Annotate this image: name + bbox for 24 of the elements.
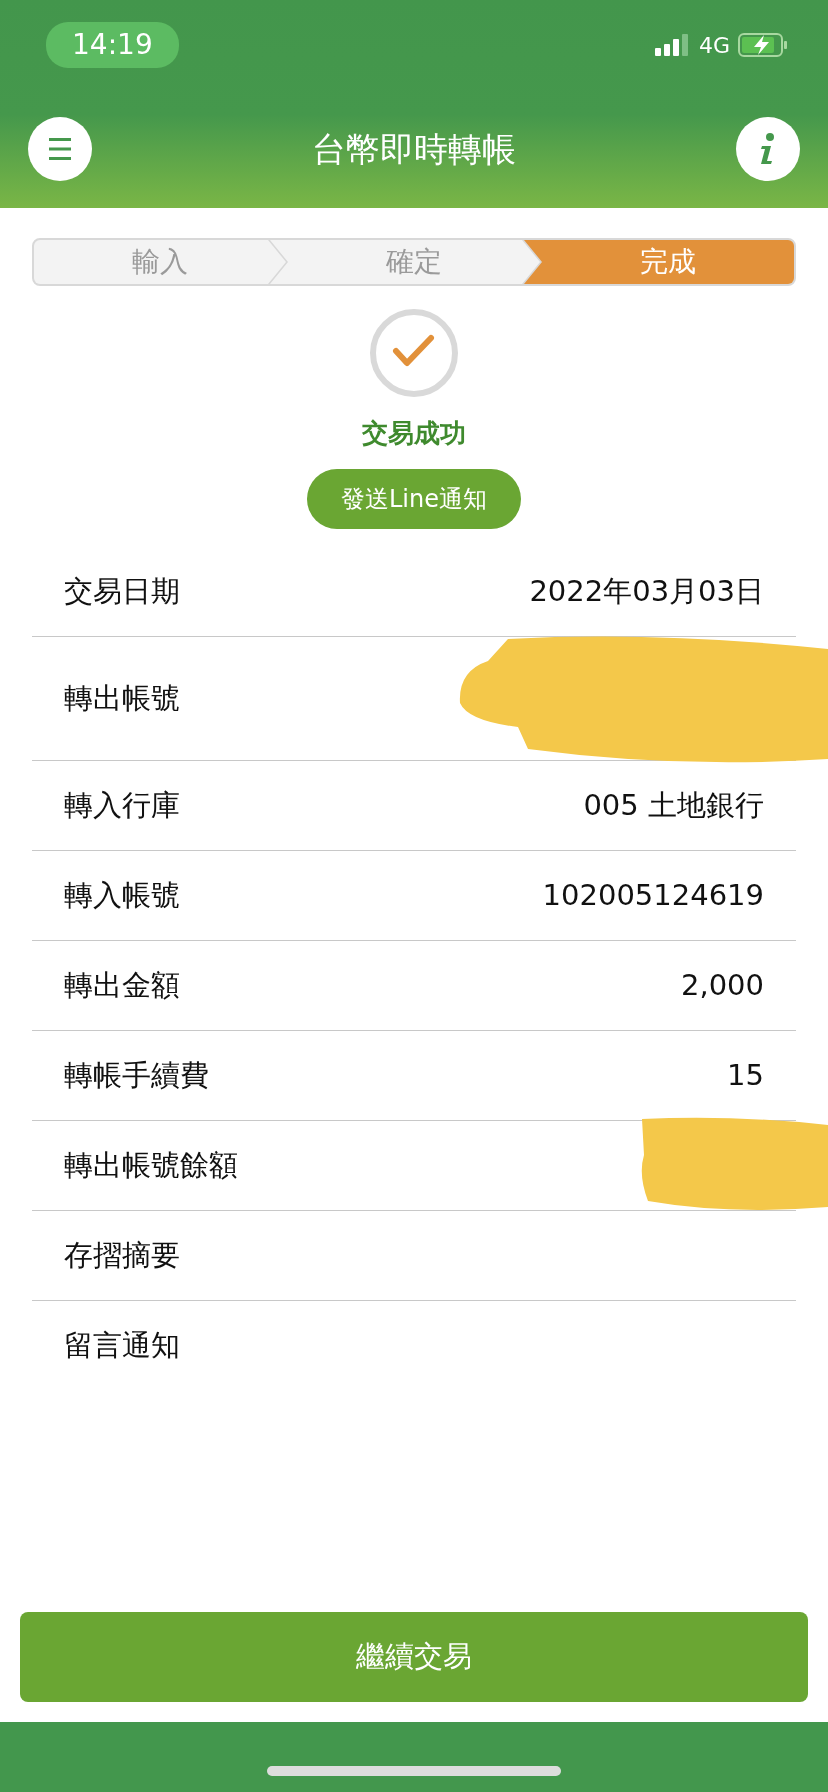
menu-icon xyxy=(47,137,73,161)
row-label: 交易日期 xyxy=(64,572,180,610)
signal-icon xyxy=(654,34,691,56)
row-value: 15 xyxy=(727,1056,764,1094)
row-label: 存摺摘要 xyxy=(64,1236,180,1274)
page-title: 台幣即時轉帳 xyxy=(312,127,516,171)
status-time: 14:19 xyxy=(46,22,179,68)
line-notify-button[interactable]: 發送Line通知 xyxy=(307,469,521,529)
row-label: 轉出帳號餘額 xyxy=(64,1146,238,1184)
success-check-icon xyxy=(369,308,459,398)
row-value: 2022年03月03日 xyxy=(529,572,764,610)
continue-button[interactable]: 繼續交易 xyxy=(20,1612,808,1702)
row-label: 留言通知 xyxy=(64,1327,180,1365)
battery-charging-icon xyxy=(738,33,788,57)
network-label: 4G xyxy=(698,31,730,60)
row-value: 2,000 xyxy=(680,966,764,1004)
row-value: 005 土地銀行 xyxy=(583,786,764,824)
row-label: 轉出帳號 xyxy=(64,679,180,717)
row-label: 轉帳手續費 xyxy=(64,1056,209,1094)
row-value: 102005124619 xyxy=(542,876,764,914)
success-message: 交易成功 xyxy=(362,417,466,450)
row-label: 轉入帳號 xyxy=(64,876,180,914)
row-label: 轉出金額 xyxy=(64,966,180,1004)
row-label: 轉入行庫 xyxy=(64,786,180,824)
